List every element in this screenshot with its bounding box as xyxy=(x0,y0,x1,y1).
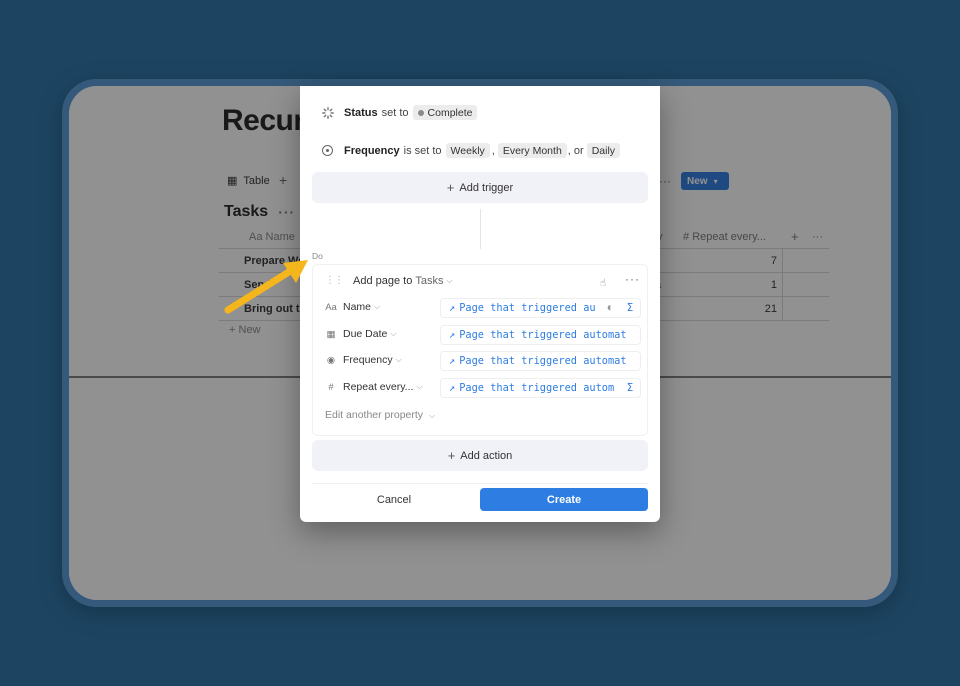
trigger-connector: set to xyxy=(381,106,409,119)
trigger-connector: is set to xyxy=(403,144,442,157)
property-label[interactable]: Aa Name ⌵ xyxy=(325,301,380,313)
property-label[interactable]: ▦ Due Date ⌵ xyxy=(325,328,397,340)
status-dot-icon xyxy=(417,109,424,116)
property-label[interactable]: ◉ Frequency ⌵ xyxy=(325,354,402,366)
action-card: ⋮⋮ Add page to Tasks ⌵ ☝ ··· Aa Name ⌵ ↗… xyxy=(312,264,648,436)
property-value-text: Page that triggered autom xyxy=(459,382,615,394)
status-icon xyxy=(322,106,334,119)
property-name: Due Date xyxy=(343,328,388,340)
frequency-icon xyxy=(322,145,333,156)
property-value-text: Page that triggered automat xyxy=(459,329,627,341)
frequency-value-chip[interactable]: Weekly xyxy=(445,143,490,158)
add-action-label: Add action xyxy=(460,449,513,462)
chevron-down-icon: ⌵ xyxy=(395,355,402,364)
cancel-button[interactable]: Cancel xyxy=(312,488,476,511)
add-action-button[interactable]: + Add action xyxy=(312,440,648,471)
status-value-chip[interactable]: Complete xyxy=(412,105,478,120)
sigma-icon[interactable]: Σ xyxy=(620,382,640,394)
property-row-frequency: ◉ Frequency ⌵ ↗ Page that triggered auto… xyxy=(325,351,641,371)
chevron-down-icon: ⌵ xyxy=(428,411,436,420)
separator: , or xyxy=(567,144,584,157)
property-row-name: Aa Name ⌵ ↗ Page that triggered au ◖ Σ xyxy=(325,298,641,318)
property-row-due-date: ▦ Due Date ⌵ ↗ Page that triggered autom… xyxy=(325,325,641,345)
flow-connector xyxy=(480,209,481,249)
action-verb: Add page to xyxy=(353,275,413,287)
footer-divider xyxy=(312,483,648,484)
frequency-icon: ◉ xyxy=(326,354,336,366)
property-value-input[interactable]: ↗ Page that triggered automat xyxy=(440,325,641,345)
chip-label: Complete xyxy=(427,106,473,119)
automation-dialog: Status set to Complete Frequency is set … xyxy=(300,86,660,522)
drag-handle-icon[interactable]: ⋮⋮ xyxy=(325,276,344,286)
separator: , xyxy=(491,144,495,157)
frequency-value-chip[interactable]: Daily xyxy=(586,143,621,158)
property-name: Name xyxy=(343,301,372,313)
toggle-icon[interactable]: ◖ xyxy=(598,303,620,313)
chevron-down-icon: ⌵ xyxy=(416,382,423,391)
action-header[interactable]: ⋮⋮ Add page to Tasks ⌵ xyxy=(325,275,453,287)
arrow-up-right-icon: ↗ xyxy=(449,355,456,367)
property-value-input[interactable]: ↗ Page that triggered autom Σ xyxy=(440,378,641,398)
property-value-text: Page that triggered au xyxy=(459,302,596,314)
property-value-input[interactable]: ↗ Page that triggered au ◖ Σ xyxy=(440,298,641,318)
plus-icon: + xyxy=(447,448,456,463)
chevron-down-icon: ⌵ xyxy=(374,302,381,311)
chevron-down-icon: ⌵ xyxy=(446,276,453,285)
create-button[interactable]: Create xyxy=(480,488,648,511)
add-trigger-label: Add trigger xyxy=(459,181,514,194)
text-icon: Aa xyxy=(325,301,337,313)
hash-icon: # xyxy=(328,381,334,393)
frequency-value-chip[interactable]: Every Month xyxy=(497,143,567,158)
property-label[interactable]: # Repeat every... ⌵ xyxy=(325,381,423,393)
arrow-up-right-icon: ↗ xyxy=(449,302,456,314)
arrow-up-right-icon: ↗ xyxy=(449,329,456,341)
property-value-text: Page that triggered automat xyxy=(459,355,627,367)
add-trigger-button[interactable]: + Add trigger xyxy=(312,172,648,203)
sigma-icon[interactable]: Σ xyxy=(620,302,640,314)
property-name: Frequency xyxy=(343,354,393,366)
calendar-icon: ▦ xyxy=(326,328,336,340)
edit-another-label: Edit another property xyxy=(325,409,424,421)
edit-another-property-button[interactable]: Edit another property ⌵ xyxy=(325,409,435,421)
annotation-arrow-icon xyxy=(224,260,308,314)
property-name: Repeat every... xyxy=(343,381,414,393)
trigger-property: Frequency xyxy=(344,144,400,157)
trigger-frequency[interactable]: Frequency is set to Weekly , Every Month… xyxy=(322,143,621,158)
more-icon[interactable]: ··· xyxy=(625,272,640,286)
plus-icon: + xyxy=(446,180,455,195)
hand-cursor-icon: ☝ xyxy=(600,278,607,289)
property-value-input[interactable]: ↗ Page that triggered automat xyxy=(440,351,641,371)
arrow-up-right-icon: ↗ xyxy=(449,382,456,394)
action-target[interactable]: Tasks xyxy=(415,275,443,287)
chevron-down-icon: ⌵ xyxy=(390,329,397,338)
trigger-status[interactable]: Status set to Complete xyxy=(322,105,478,120)
property-row-repeat: # Repeat every... ⌵ ↗ Page that triggere… xyxy=(325,378,641,398)
trigger-property: Status xyxy=(344,106,378,119)
